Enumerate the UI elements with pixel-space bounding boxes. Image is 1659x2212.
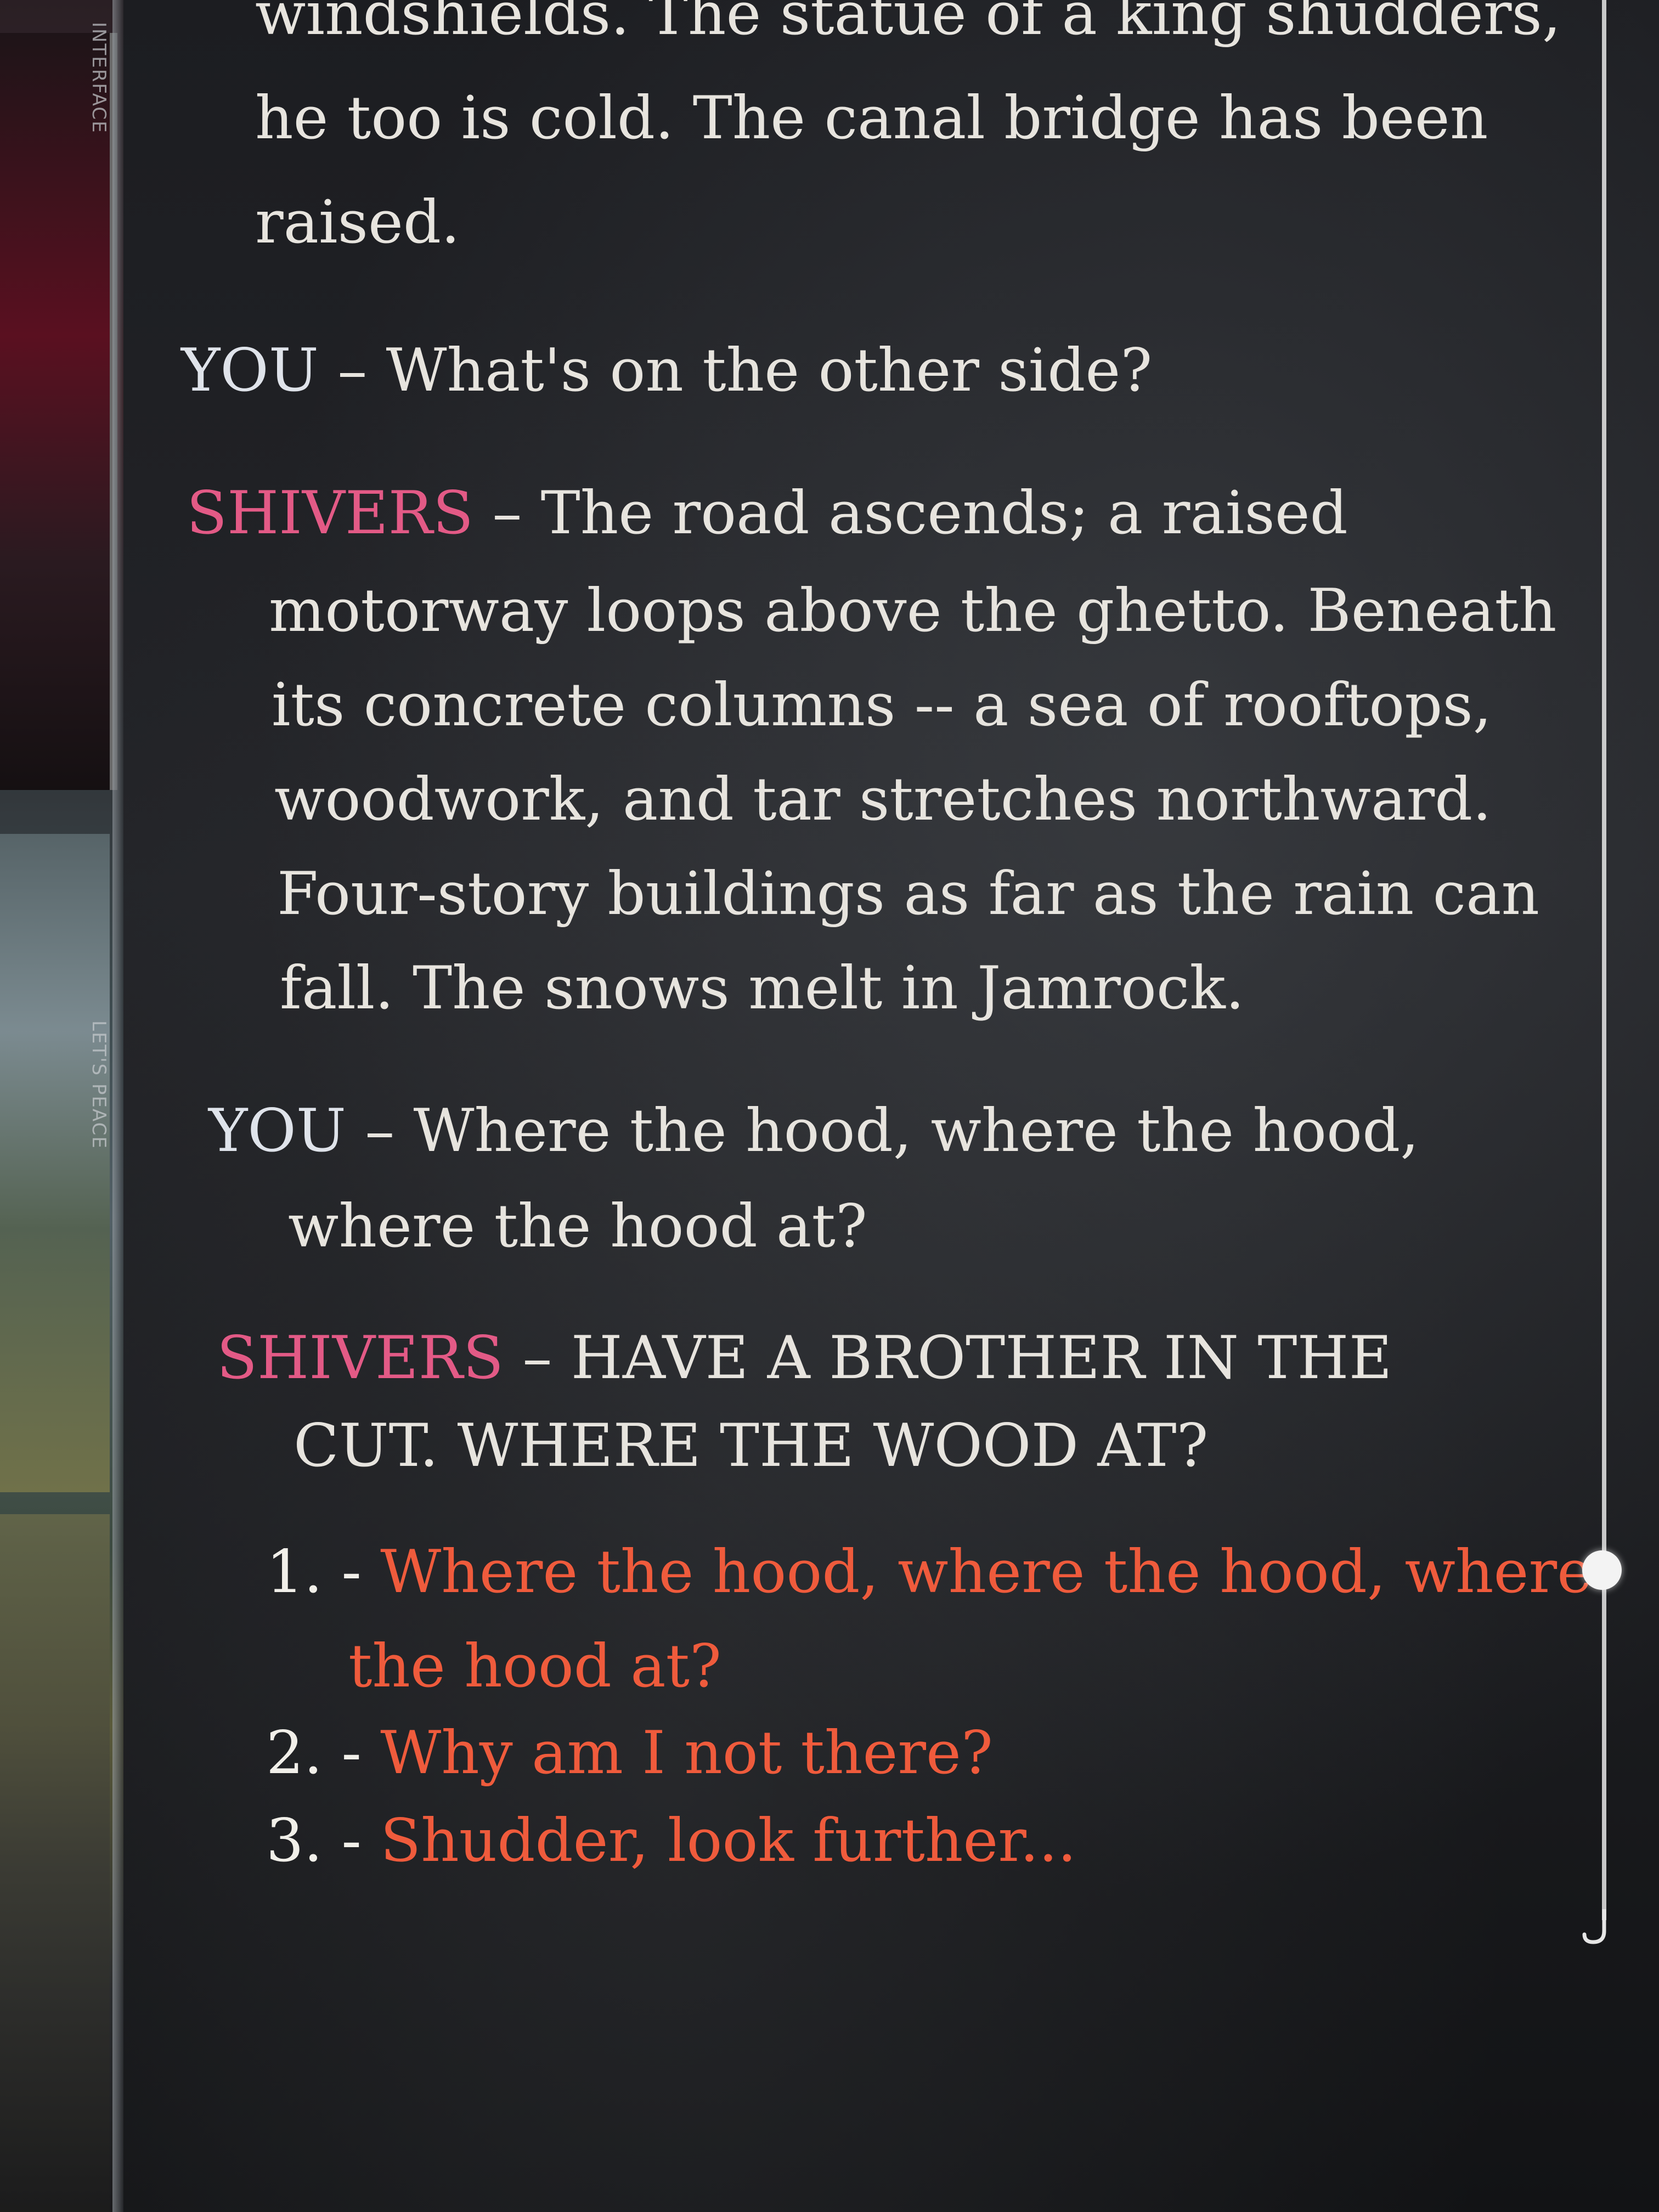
- dialogue-panel: windshields. The statue of a king shudde…: [123, 0, 1616, 2212]
- speaker-separator: –: [522, 1324, 552, 1392]
- speaker-name: YOU: [181, 336, 319, 405]
- dialogue-text: fall. The snows melt in Jamrock.: [280, 954, 1245, 1023]
- dialogue-entry-shivers: SHIVERS – HAVE A BROTHER IN THE: [217, 1311, 1392, 1406]
- dialogue-text: HAVE A BROTHER IN THE: [571, 1324, 1392, 1392]
- dialogue-text: What's on the other side?: [386, 336, 1153, 405]
- narration-line: raised.: [255, 188, 460, 257]
- speaker-separator: –: [337, 336, 368, 405]
- dialogue-entry-you: YOU – Where the hood, where the hood,: [208, 1084, 1419, 1178]
- edge-label-mid: LET'S PEACE: [88, 1020, 110, 1149]
- dialogue-text: where the hood at?: [288, 1192, 867, 1261]
- world-scene-top: [0, 33, 117, 790]
- dialogue-entry-you: YOU – What's on the other side?: [181, 324, 1152, 418]
- dialogue-text: woodwork, and tar stretches northward.: [274, 765, 1492, 834]
- speaker-name: SHIVERS: [217, 1324, 504, 1392]
- edge-label-top: INTERFACE: [88, 22, 110, 134]
- scrollbar-thumb[interactable]: [1582, 1550, 1622, 1590]
- scrollbar-track[interactable]: [1602, 0, 1606, 1920]
- dialogue-text: CUT. WHERE THE WOOD AT?: [294, 1412, 1209, 1480]
- world-scene-bottom: [0, 1514, 110, 2212]
- response-option-3[interactable]: 3. - Shudder, look further...: [266, 1794, 1076, 1888]
- option-number: 2. -: [266, 1719, 362, 1787]
- dialogue-text: its concrete columns -- a sea of rooftop…: [272, 671, 1492, 740]
- dialogue-text: Where the hood, where the hood,: [413, 1097, 1419, 1165]
- option-text: Where the hood, where the hood, where: [380, 1538, 1592, 1606]
- panel-edge: [112, 0, 123, 2212]
- dialogue-text: motorway loops above the ghetto. Beneath: [269, 577, 1557, 645]
- scroll-end-hook-icon: [1580, 1907, 1624, 1948]
- option-number: 1. -: [266, 1538, 362, 1606]
- speaker-separator: –: [365, 1097, 395, 1165]
- option-text: Shudder, look further...: [380, 1807, 1077, 1875]
- dialogue-entry-shivers: SHIVERS – The road ascends; a raised: [187, 466, 1348, 561]
- speaker-separator: –: [492, 479, 522, 548]
- speaker-name: SHIVERS: [187, 479, 473, 548]
- option-text: Why am I not there?: [380, 1719, 993, 1787]
- game-screen: INTERFACE LET'S PEACE windshields. The s…: [0, 0, 1659, 2212]
- response-option-2[interactable]: 2. - Why am I not there?: [266, 1706, 993, 1801]
- world-scene-middle: [0, 834, 110, 1492]
- narration-line: he too is cold. The canal bridge has bee…: [255, 84, 1488, 153]
- dialogue-text: Four-story buildings as far as the rain …: [277, 860, 1540, 928]
- response-option-1[interactable]: 1. - Where the hood, where the hood, whe…: [266, 1525, 1592, 1620]
- dialogue-text: The road ascends; a raised: [540, 479, 1348, 548]
- narration-line: windshields. The statue of a king shudde…: [255, 0, 1561, 48]
- speaker-name: YOU: [208, 1097, 346, 1165]
- option-number: 3. -: [266, 1807, 362, 1875]
- response-option-1-continued[interactable]: the hood at?: [348, 1620, 721, 1714]
